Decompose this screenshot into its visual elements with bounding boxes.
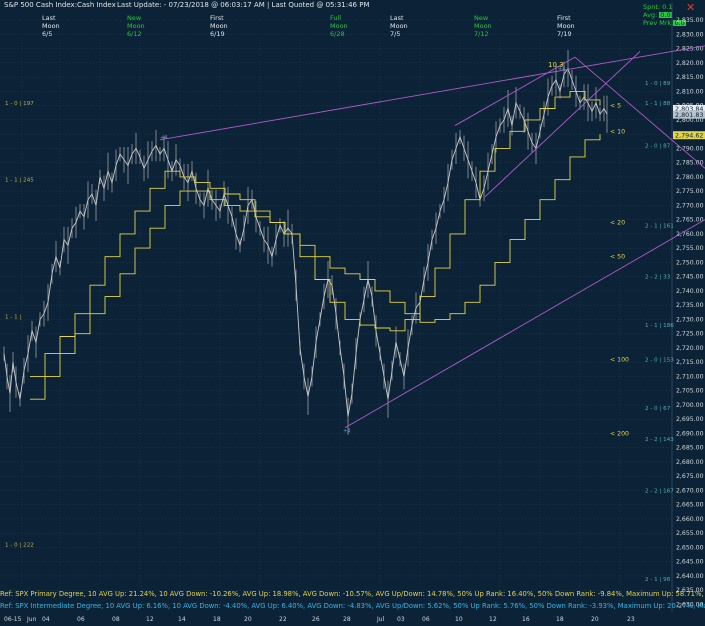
ma-level-label: < 200 [610, 430, 629, 437]
ma-level-label: < 100 [610, 356, 629, 363]
y-tick-label: 2,690.00 [676, 430, 704, 437]
date-tick-label: 06 [422, 616, 430, 623]
y-tick-label: 2,675.00 [676, 473, 704, 480]
y-tick-label: 2,640.00 [676, 573, 704, 580]
y-tick-label: 2,645.00 [676, 559, 704, 566]
date-tick-label: 18 [556, 616, 564, 623]
cycle-label: 2 - 2 | 33 [645, 275, 671, 281]
y-tick-label: 2,730.00 [676, 316, 704, 323]
date-tick-label: 26 [312, 616, 320, 623]
cycle-label: 1 - 1 | 88 [645, 101, 671, 107]
y-tick-label: 2,810.00 [676, 88, 704, 95]
ma-level-label: < 10 [610, 128, 625, 135]
footer-primary-degree: Ref: SPX Primary Degree, 10 AVG Up: 21.2… [0, 590, 705, 598]
date-tick-label: 03 [397, 616, 405, 623]
date-tick-label: 20 [591, 616, 599, 623]
cycle-label: 1 - 0 | 222 [5, 543, 34, 549]
date-tick-label: 18 [213, 616, 221, 623]
y-tick-label: 2,830.00 [676, 31, 704, 38]
price-chart[interactable]: 2,630.002,635.002,640.002,645.002,650.00… [0, 0, 705, 626]
cycle-label: 2 - 2 | 167 [645, 488, 674, 494]
y-tick-label: 2,735.00 [676, 302, 704, 309]
footer-intermediate-degree: Ref: SPX Intermediate Degree, 10 AVG Up:… [0, 602, 705, 610]
y-tick-label: 2,775.00 [676, 188, 704, 195]
cycle-label: 2 - 0 | 67 [645, 406, 671, 412]
date-tick-label: 28 [343, 616, 351, 623]
date-tick-label: Jun [27, 616, 37, 623]
date-tick-label: 08 [112, 616, 120, 623]
prev-price-label: 2,801.83 [675, 111, 703, 119]
cycle-label: 1 - 1 | 245 [5, 178, 34, 184]
y-tick-label: 2,740.00 [676, 288, 704, 295]
y-tick-label: 2,815.00 [676, 74, 704, 81]
cycle-label: 1 - 0 | 89 [645, 81, 671, 87]
y-tick-label: 2,685.00 [676, 445, 704, 452]
y-tick-label: 2,720.00 [676, 345, 704, 352]
channel-trendline [159, 45, 705, 141]
footer-stats: Ref: SPX Primary Degree, 10 AVG Up: 21.2… [0, 588, 705, 616]
ma-level-label: < 20 [610, 219, 625, 226]
pivot-marker: +4 [160, 135, 167, 141]
y-tick-label: 2,670.00 [676, 487, 704, 494]
y-tick-label: 2,695.00 [676, 416, 704, 423]
y-tick-label: 2,705.00 [676, 388, 704, 395]
date-tick-label: 12 [489, 616, 497, 623]
y-tick-label: 2,700.00 [676, 402, 704, 409]
ma-level-label: < 50 [610, 254, 625, 261]
y-tick-label: 2,725.00 [676, 331, 704, 338]
y-tick-label: 2,755.00 [676, 245, 704, 252]
y-tick-label: 2,780.00 [676, 174, 704, 181]
date-tick-label: 10 [455, 616, 463, 623]
peak-annotation: 10.3 [548, 61, 564, 69]
chart-window: S&P 500 Cash Index: Cash Index Last Upda… [0, 0, 705, 626]
date-tick-label: 12 [146, 616, 154, 623]
cycle-label: 1 - 1 | 186 [645, 323, 674, 329]
cycle-label: 2 - 0 | 153 [645, 357, 674, 363]
date-tick-label: 06-15 [4, 616, 22, 623]
y-tick-label: 2,655.00 [676, 530, 704, 537]
cycle-label: 1 - 0 | 197 [5, 101, 34, 107]
date-tick-label: 06 [77, 616, 85, 623]
ma-price-label: 2,794.62 [675, 131, 703, 139]
date-tick-label: 16 [522, 616, 530, 623]
date-tick-label: 04 [42, 616, 50, 623]
y-tick-label: 2,710.00 [676, 373, 704, 380]
cycle-label: 2 - 2 | 143 [645, 437, 674, 443]
y-tick-label: 2,835.00 [676, 17, 704, 24]
date-axis: 06-15 Jun 04 06 08 12 14 18 20 22 26 28 Jul 03 06 10 12 1… [0, 614, 705, 626]
y-tick-label: 2,820.00 [676, 60, 704, 67]
pivot-marker: +4 [343, 429, 350, 435]
date-tick-label: Jul [377, 616, 385, 623]
ma-level-label: < 5 [610, 103, 621, 110]
y-tick-label: 2,745.00 [676, 274, 704, 281]
y-tick-label: 2,650.00 [676, 544, 704, 551]
price-line [3, 67, 608, 417]
y-tick-label: 2,660.00 [676, 516, 704, 523]
cycle-label: 2 - 0 | 87 [645, 144, 671, 150]
y-tick-label: 2,715.00 [676, 359, 704, 366]
date-tick-label: 22 [279, 616, 287, 623]
cycle-label: 2 - 1 | 98 [645, 577, 671, 583]
date-tick-label: 14 [178, 616, 186, 623]
date-tick-label: 20 [244, 616, 252, 623]
y-tick-label: 2,770.00 [676, 202, 704, 209]
y-tick-label: 2,790.00 [676, 145, 704, 152]
cycle-label: 1 - 1 | [5, 315, 21, 321]
y-tick-label: 2,665.00 [676, 502, 704, 509]
cycle-label: 2 - 1 | 161 [645, 223, 674, 229]
date-tick-label: 23 [627, 616, 635, 623]
y-tick-label: 2,750.00 [676, 259, 704, 266]
y-tick-label: 2,680.00 [676, 459, 704, 466]
